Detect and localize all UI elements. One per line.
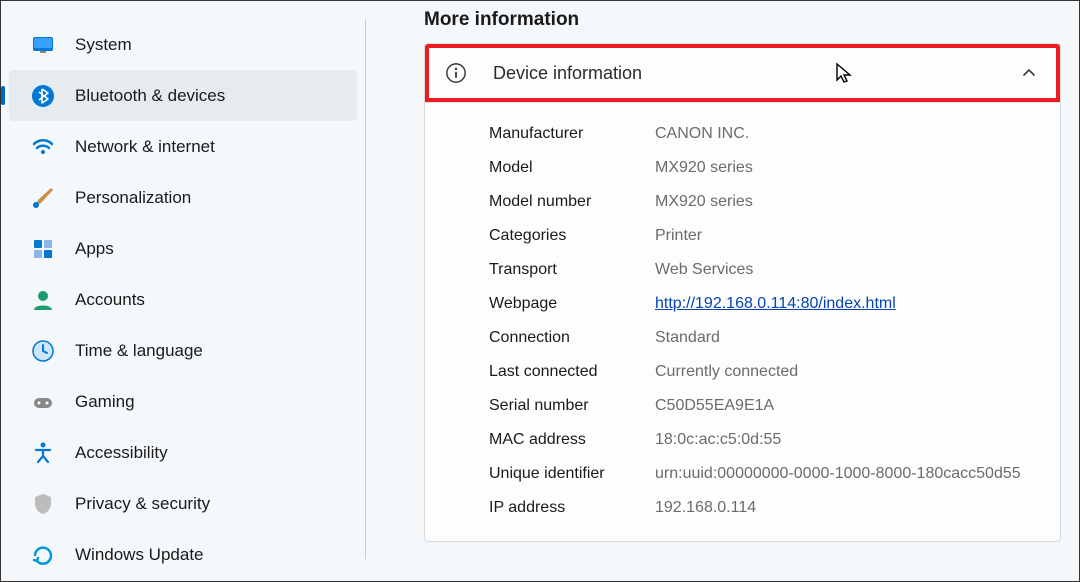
sidebar-item-network[interactable]: Network & internet <box>9 121 357 172</box>
detail-label: Model <box>489 156 655 180</box>
detail-label: Webpage <box>489 292 655 316</box>
detail-row: CategoriesPrinter <box>489 219 1036 253</box>
person-icon <box>31 288 55 312</box>
detail-row: Serial numberC50D55EA9E1A <box>489 389 1036 423</box>
detail-value[interactable]: http://192.168.0.114:80/index.html <box>655 292 1036 316</box>
detail-label: Unique identifier <box>489 462 655 486</box>
detail-row: IP address192.168.0.114 <box>489 491 1036 525</box>
update-icon <box>31 543 55 567</box>
device-info-card: Device information ManufacturerCANON INC… <box>424 43 1061 542</box>
detail-label: Categories <box>489 224 655 248</box>
chevron-up-icon <box>1022 66 1036 80</box>
system-icon <box>31 33 55 57</box>
accessibility-icon <box>31 441 55 465</box>
page-title: More information <box>424 9 1061 31</box>
detail-value: 192.168.0.114 <box>655 496 1036 520</box>
clock-globe-icon <box>31 339 55 363</box>
detail-label: Transport <box>489 258 655 282</box>
detail-label: Connection <box>489 326 655 350</box>
detail-label: Last connected <box>489 360 655 384</box>
apps-icon <box>31 237 55 261</box>
detail-row: ConnectionStandard <box>489 321 1036 355</box>
detail-row: TransportWeb Services <box>489 253 1036 287</box>
sidebar-item-privacy-security[interactable]: Privacy & security <box>9 478 357 529</box>
sidebar-item-apps[interactable]: Apps <box>9 223 357 274</box>
shield-icon <box>31 492 55 516</box>
sidebar-item-windows-update[interactable]: Windows Update <box>9 529 357 580</box>
detail-value: Printer <box>655 224 1036 248</box>
sidebar-item-label: Windows Update <box>75 545 204 565</box>
info-icon <box>445 62 467 84</box>
detail-value: Standard <box>655 326 1036 350</box>
gamepad-icon <box>31 390 55 414</box>
detail-row: Last connectedCurrently connected <box>489 355 1036 389</box>
detail-row: Unique identifierurn:uuid:00000000-0000-… <box>489 457 1036 491</box>
webpage-link[interactable]: http://192.168.0.114:80/index.html <box>655 295 896 312</box>
detail-row: Model numberMX920 series <box>489 185 1036 219</box>
sidebar-item-label: Personalization <box>75 188 191 208</box>
sidebar-item-label: System <box>75 35 132 55</box>
detail-label: Manufacturer <box>489 122 655 146</box>
sidebar-item-label: Network & internet <box>75 137 215 157</box>
sidebar-item-label: Accounts <box>75 290 145 310</box>
sidebar-item-label: Bluetooth & devices <box>75 86 225 106</box>
panel-title: Device information <box>493 63 1022 84</box>
device-info-details: ManufacturerCANON INC.ModelMX920 seriesM… <box>425 103 1060 541</box>
detail-value: MX920 series <box>655 190 1036 214</box>
detail-label: MAC address <box>489 428 655 452</box>
sidebar-item-label: Gaming <box>75 392 135 412</box>
sidebar-item-system[interactable]: System <box>9 19 357 70</box>
sidebar-item-personalization[interactable]: Personalization <box>9 172 357 223</box>
wifi-icon <box>31 135 55 159</box>
detail-label: Model number <box>489 190 655 214</box>
detail-label: IP address <box>489 496 655 520</box>
detail-value: Currently connected <box>655 360 1036 384</box>
sidebar-item-accessibility[interactable]: Accessibility <box>9 427 357 478</box>
detail-value: Web Services <box>655 258 1036 282</box>
sidebar-item-label: Apps <box>75 239 114 259</box>
sidebar-item-gaming[interactable]: Gaming <box>9 376 357 427</box>
detail-row: MAC address18:0c:ac:c5:0d:55 <box>489 423 1036 457</box>
sidebar-item-label: Accessibility <box>75 443 168 463</box>
device-info-header[interactable]: Device information <box>425 44 1060 102</box>
detail-row: ManufacturerCANON INC. <box>489 117 1036 151</box>
settings-sidebar: System Bluetooth & devices Network & int… <box>1 1 376 581</box>
detail-value: urn:uuid:00000000-0000-1000-8000-180cacc… <box>655 462 1036 486</box>
detail-value: CANON INC. <box>655 122 1036 146</box>
sidebar-item-label: Time & language <box>75 341 203 361</box>
sidebar-item-bluetooth-devices[interactable]: Bluetooth & devices <box>9 70 357 121</box>
main-content: More information Device information Manu… <box>376 1 1079 581</box>
sidebar-item-label: Privacy & security <box>75 494 210 514</box>
detail-value: C50D55EA9E1A <box>655 394 1036 418</box>
sidebar-item-accounts[interactable]: Accounts <box>9 274 357 325</box>
detail-row: ModelMX920 series <box>489 151 1036 185</box>
detail-value: 18:0c:ac:c5:0d:55 <box>655 428 1036 452</box>
brush-icon <box>31 186 55 210</box>
detail-label: Serial number <box>489 394 655 418</box>
detail-row: Webpagehttp://192.168.0.114:80/index.htm… <box>489 287 1036 321</box>
detail-value: MX920 series <box>655 156 1036 180</box>
bluetooth-icon <box>31 84 55 108</box>
sidebar-item-time-language[interactable]: Time & language <box>9 325 357 376</box>
